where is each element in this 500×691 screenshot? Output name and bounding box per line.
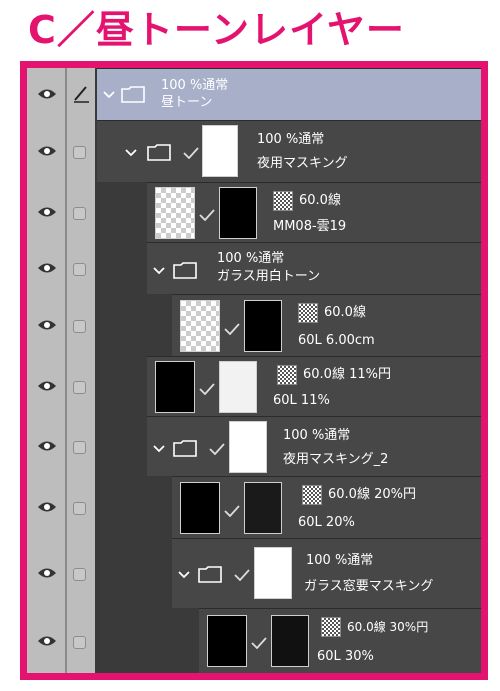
mask-thumbnail [244,482,282,534]
check-icon [209,443,225,455]
chevron-down-icon[interactable] [125,149,137,157]
eye-icon[interactable] [37,380,57,392]
layer-thumbnail [155,361,195,413]
edit-checkbox[interactable] [73,502,86,515]
layer-blend: 100 %通常 [257,132,325,147]
tone-icon [273,191,293,211]
eye-icon[interactable] [37,501,57,513]
edit-checkbox[interactable] [73,207,86,220]
layer-thumbnail [180,482,220,534]
layer-name: 60L 20% [298,515,355,530]
layer-panel-row: 100 %通常 夜用マスキング [97,120,481,182]
tone-icon [302,485,322,505]
layer-panel-row: 100 %通常 ガラス用白トーン [147,242,481,294]
layer-thumbnail [229,421,267,473]
layer-name: 60L 11% [273,393,330,408]
eye-icon[interactable] [37,206,57,218]
eye-icon[interactable] [37,567,57,579]
layer-blend: 100 %通常 [306,553,374,568]
layer-panel-row: 60.0線 20%円 60L 20% [172,476,481,538]
folder-icon [173,262,197,279]
folder-icon [121,86,145,103]
layer-row-tone-30[interactable]: 60.0線 30%円 60L 30% [27,608,481,673]
check-icon [224,323,240,335]
check-icon [199,209,215,221]
layer-panel-row: 60.0線 MM08-雲19 [147,182,481,242]
layer-name: MM08-雲19 [273,219,347,234]
layer-blend: 60.0線 20%円 [328,487,416,502]
pen-icon [74,86,89,103]
mask-thumbnail [271,615,309,667]
layer-panel-row: 60.0線 11%円 60L 11% [147,356,481,416]
edit-checkbox[interactable] [73,381,86,394]
layer-thumbnail [207,615,247,667]
eye-icon[interactable] [37,262,57,274]
layer-blend: 100 %通常 [161,78,229,93]
layer-row-folder-glass-window[interactable]: 100 %通常 ガラス窓要マスキング [27,538,481,608]
edit-checkbox[interactable] [73,320,86,333]
chevron-down-icon[interactable] [153,267,165,275]
layer-panel-row: 100 %通常 昼トーン [97,68,481,120]
layer-row-folder-hiru-tone[interactable]: 100 %通常 昼トーン [27,68,481,120]
layer-thumbnail [180,300,220,352]
layer-row-tone-6cm[interactable]: 60.0線 60L 6.00cm [27,294,481,356]
layer-blend: 60.0線 11%円 [303,367,391,382]
layer-panel-row: 100 %通常 夜用マスキング_2 [147,416,481,476]
layer-row-tone-mm08[interactable]: 60.0線 MM08-雲19 [27,182,481,242]
check-icon [183,147,199,159]
chevron-down-icon[interactable] [153,445,165,453]
layer-name: 昼トーン [161,95,213,110]
layer-row-folder-glass-white[interactable]: 100 %通常 ガラス用白トーン [27,242,481,294]
layer-thumbnail [254,547,292,599]
tone-icon [298,303,318,323]
layer-thumbnail [202,125,238,177]
folder-icon [147,144,171,161]
eye-icon[interactable] [37,88,57,100]
layer-blend: 100 %通常 [283,428,351,443]
check-icon [199,383,215,395]
tone-icon [277,365,297,385]
layer-row-tone-20[interactable]: 60.0線 20%円 60L 20% [27,476,481,538]
edit-checkbox[interactable] [73,441,86,454]
layer-thumbnail [155,187,195,239]
check-icon [224,505,240,517]
layer-panel-row: 60.0線 30%円 60L 30% [199,608,481,673]
tone-icon [321,617,341,637]
layer-blend: 60.0線 30%円 [347,620,429,634]
layer-name: ガラス窓要マスキング [304,579,434,594]
check-icon [234,569,250,581]
folder-icon [173,440,197,457]
layer-row-folder-yoru-masking-2[interactable]: 100 %通常 夜用マスキング_2 [27,416,481,476]
layer-blend: 100 %通常 [217,251,285,266]
edit-checkbox[interactable] [73,568,86,581]
chevron-down-icon[interactable] [178,571,190,579]
eye-icon[interactable] [37,440,57,452]
edit-checkbox[interactable] [73,636,86,649]
layer-panel-row: 100 %通常 ガラス窓要マスキング [172,538,481,608]
chevron-down-icon[interactable] [103,91,115,99]
layer-name: 夜用マスキング_2 [283,452,389,467]
mask-thumbnail [219,187,257,239]
layer-name: 夜用マスキング [257,156,348,171]
edit-checkbox[interactable] [73,146,86,159]
layer-blend: 60.0線 [299,193,341,208]
layer-panel: 100 %通常 昼トーン 100 %通常 夜用マスキング 60.0線 MM08-… [20,61,488,680]
layer-row-folder-yoru-masking[interactable]: 100 %通常 夜用マスキング [27,120,481,182]
layer-row-tone-11[interactable]: 60.0線 11%円 60L 11% [27,356,481,416]
mask-thumbnail [219,361,257,413]
layer-name: ガラス用白トーン [217,269,321,284]
folder-icon [198,566,222,583]
page-title: C／昼トーンレイヤー [28,8,405,52]
edit-checkbox[interactable] [73,263,86,276]
layer-name: 60L 6.00cm [298,333,375,348]
check-icon [251,637,267,649]
layer-name: 60L 30% [317,649,374,664]
layer-panel-row: 60.0線 60L 6.00cm [172,294,481,356]
layer-blend: 60.0線 [324,305,366,320]
eye-icon[interactable] [37,319,57,331]
eye-icon[interactable] [37,145,57,157]
mask-thumbnail [244,300,282,352]
eye-icon[interactable] [37,635,57,647]
